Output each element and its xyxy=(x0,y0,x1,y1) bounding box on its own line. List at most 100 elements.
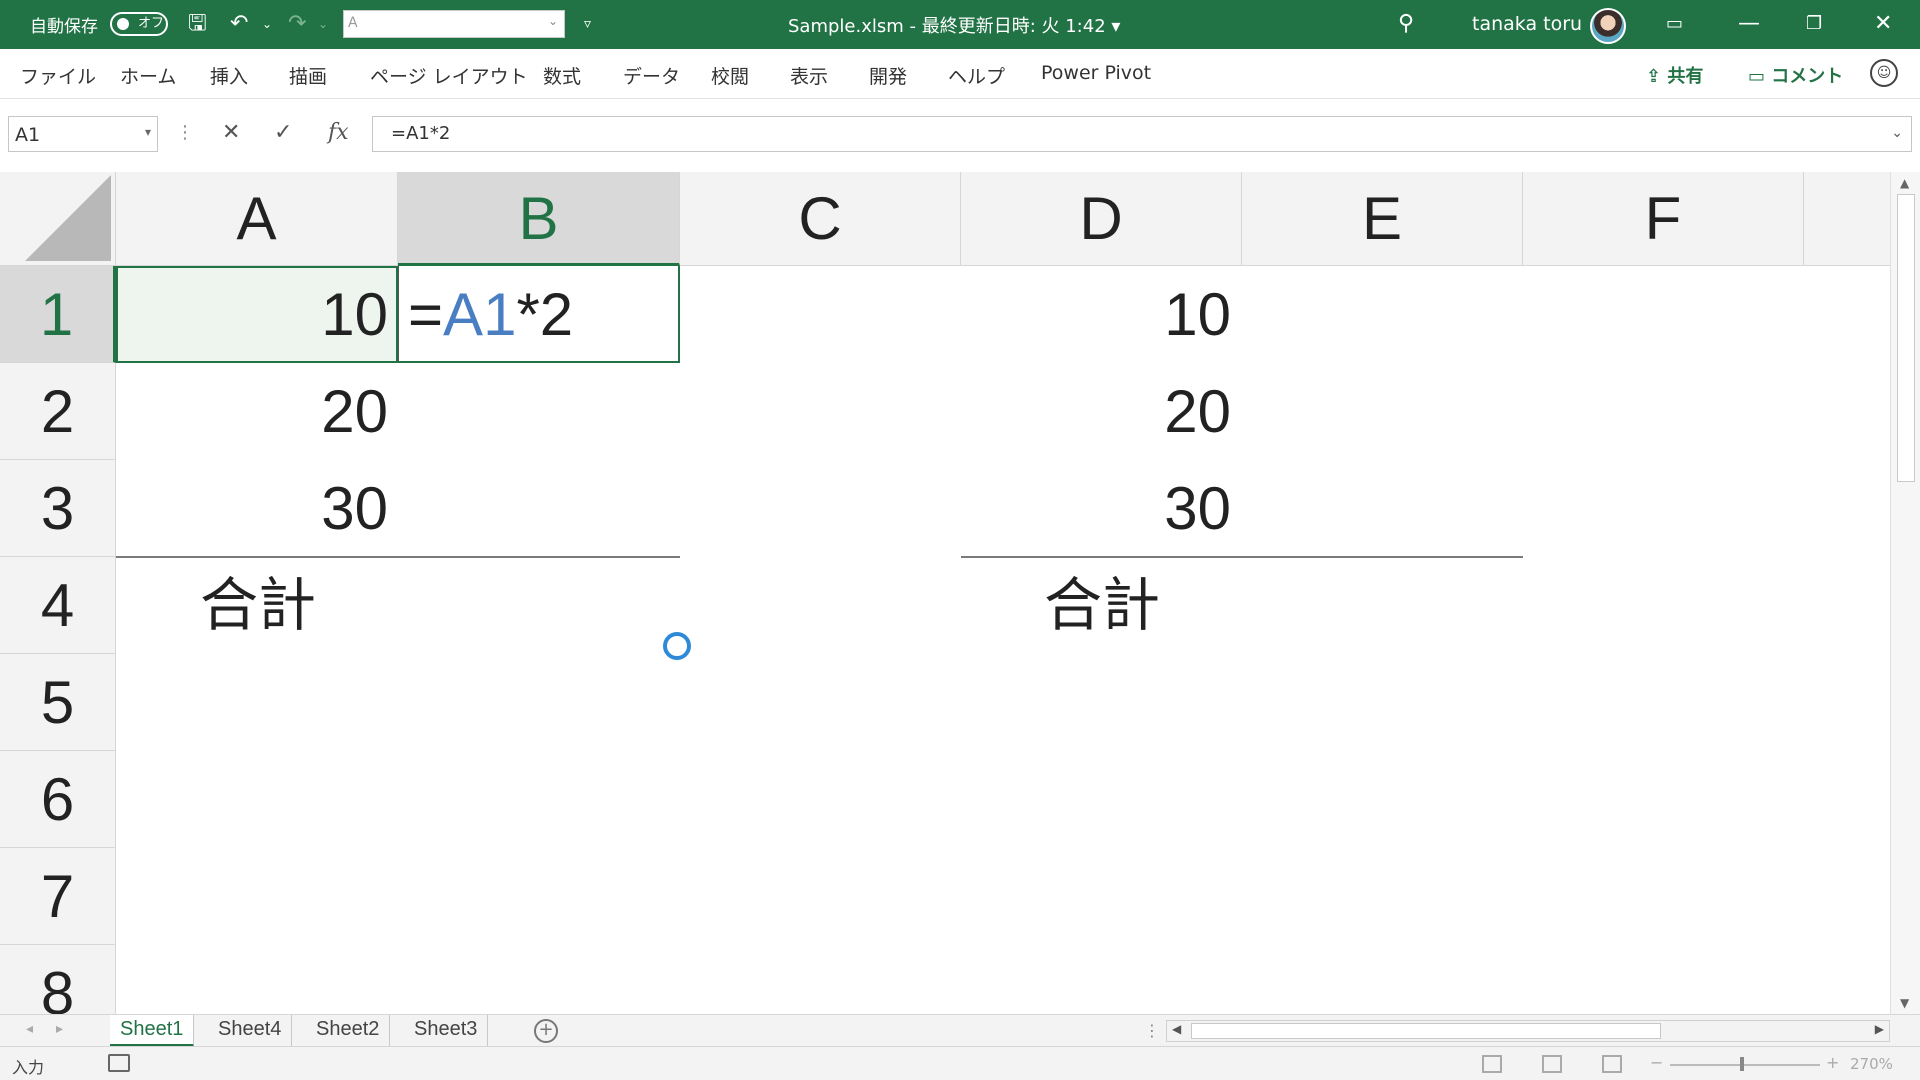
tab-formulas[interactable]: 数式 xyxy=(543,62,581,89)
cell-a3[interactable]: 30 xyxy=(116,460,388,557)
cancel-icon[interactable]: ✕ xyxy=(222,120,240,145)
sheet-next-icon[interactable]: ▸ xyxy=(56,1021,63,1037)
row-header-4[interactable]: 4 xyxy=(0,557,116,654)
search-icon[interactable]: ⚲ xyxy=(1398,10,1414,38)
scroll-right-icon[interactable]: ▶ xyxy=(1875,1022,1884,1036)
zoom-out-icon[interactable]: − xyxy=(1650,1053,1663,1072)
column-header-e[interactable]: E xyxy=(1242,172,1523,266)
formula-text: =A1*2 xyxy=(391,123,451,144)
sheet-tab-bar: ◂ ▸ Sheet1 Sheet4 Sheet2 Sheet3 + ⋮ ◀ ▶ xyxy=(0,1014,1920,1047)
restore-icon[interactable]: ❐ xyxy=(1806,10,1822,38)
scroll-left-icon[interactable]: ◀ xyxy=(1172,1022,1181,1036)
cell-d4[interactable]: 合計 xyxy=(1044,557,1160,654)
page-layout-view-icon[interactable] xyxy=(1542,1055,1562,1073)
column-header-c[interactable]: C xyxy=(680,172,961,266)
horizontal-scrollbar[interactable]: ◀ ▶ xyxy=(1166,1020,1890,1042)
row-header-5[interactable]: 5 xyxy=(0,654,116,751)
undo-icon[interactable]: ↶ xyxy=(230,10,248,38)
select-all-triangle-icon xyxy=(25,175,111,261)
cell-d2[interactable]: 20 xyxy=(961,363,1231,460)
cell-b1-formula[interactable]: =A1*2 xyxy=(408,266,573,363)
customize-qat-icon[interactable]: ▿ xyxy=(584,10,591,38)
share-label: 共有 xyxy=(1667,66,1704,87)
row-header-2[interactable]: 2 xyxy=(0,363,116,460)
zoom-level[interactable]: 270% xyxy=(1850,1055,1893,1073)
expand-formula-bar-icon[interactable]: ⌄ xyxy=(1891,125,1903,141)
total-border-left xyxy=(116,556,680,558)
tab-power-pivot[interactable]: Power Pivot xyxy=(1041,62,1151,84)
tab-insert[interactable]: 挿入 xyxy=(210,62,248,89)
enter-icon[interactable]: ✓ xyxy=(274,120,292,145)
save-icon[interactable]: 🖫 xyxy=(188,10,207,38)
tab-developer[interactable]: 開発 xyxy=(869,62,907,89)
tab-splitter-icon[interactable]: ⋮ xyxy=(1144,1021,1160,1040)
column-header-f[interactable]: F xyxy=(1523,172,1804,266)
row-header-7[interactable]: 7 xyxy=(0,848,116,945)
cell-a4[interactable]: 合計 xyxy=(200,557,316,654)
user-name[interactable]: tanaka toru xyxy=(1472,13,1582,35)
select-all-corner[interactable] xyxy=(0,172,116,266)
zoom-slider[interactable] xyxy=(1670,1064,1820,1066)
macro-record-icon[interactable] xyxy=(108,1054,130,1072)
column-header-d[interactable]: D xyxy=(961,172,1242,266)
status-bar: 入力 − + 270% xyxy=(0,1046,1920,1080)
row-header-8[interactable]: 8 xyxy=(0,945,116,1014)
sheet-prev-icon[interactable]: ◂ xyxy=(26,1021,33,1037)
row-header-1[interactable]: 1 xyxy=(0,266,116,363)
cell-d1[interactable]: 10 xyxy=(961,266,1231,363)
column-header-a[interactable]: A xyxy=(116,172,398,266)
cell-d3[interactable]: 30 xyxy=(961,460,1231,557)
page-break-view-icon[interactable] xyxy=(1602,1055,1622,1073)
horizontal-scroll-thumb[interactable] xyxy=(1191,1023,1661,1039)
column-header-g[interactable] xyxy=(1804,172,1890,266)
avatar[interactable] xyxy=(1590,8,1626,44)
column-header-b[interactable]: B xyxy=(398,172,680,266)
share-button[interactable]: ⇪ 共有 xyxy=(1646,62,1703,88)
row-header-3[interactable]: 3 xyxy=(0,460,116,557)
formula-input[interactable]: =A1*2 ⌄ xyxy=(372,116,1912,152)
vertical-scrollbar[interactable]: ▲ ▼ xyxy=(1890,172,1920,1014)
tab-data[interactable]: データ xyxy=(623,62,680,89)
sheet-tab-sheet3[interactable]: Sheet3 xyxy=(404,1015,489,1047)
sheet-tab-sheet4[interactable]: Sheet4 xyxy=(208,1015,293,1047)
comments-button[interactable]: ▭ コメント xyxy=(1748,62,1843,88)
normal-view-icon[interactable] xyxy=(1482,1055,1502,1073)
tab-view[interactable]: 表示 xyxy=(790,62,828,89)
close-icon[interactable]: ✕ xyxy=(1874,10,1892,38)
tab-file[interactable]: ファイル xyxy=(20,62,96,89)
autosave-toggle[interactable]: オフ xyxy=(110,12,168,36)
resize-dots-icon[interactable]: ⋮ xyxy=(176,122,194,143)
qat-font-box[interactable]: A ⌄ xyxy=(343,10,565,38)
formula-bar: A1 ▾ ⋮ ✕ ✓ fx =A1*2 ⌄ xyxy=(0,110,1920,158)
sheet-tab-sheet2[interactable]: Sheet2 xyxy=(306,1015,391,1047)
zoom-slider-knob[interactable] xyxy=(1740,1057,1744,1071)
cell-a1[interactable]: 10 xyxy=(116,266,388,363)
insert-function-icon[interactable]: fx xyxy=(328,120,349,145)
name-box[interactable]: A1 ▾ xyxy=(8,116,158,152)
share-icon: ⇪ xyxy=(1646,66,1668,87)
scroll-down-icon[interactable]: ▼ xyxy=(1900,996,1909,1010)
comments-label: コメント xyxy=(1771,66,1844,87)
formula-rest: *2 xyxy=(516,281,574,348)
redo-dropdown-icon[interactable]: ⌄ xyxy=(318,10,328,38)
ribbon-display-icon[interactable]: ▭ xyxy=(1666,10,1683,38)
formula-reference: A1 xyxy=(443,281,517,348)
autosave-label: 自動保存 xyxy=(30,17,98,37)
cell-a2[interactable]: 20 xyxy=(116,363,388,460)
zoom-in-icon[interactable]: + xyxy=(1826,1053,1839,1072)
row-header-6[interactable]: 6 xyxy=(0,751,116,848)
tab-home[interactable]: ホーム xyxy=(120,62,176,89)
undo-dropdown-icon[interactable]: ⌄ xyxy=(262,10,272,38)
document-title[interactable]: Sample.xlsm - 最終更新日時: 火 1:42 ▾ xyxy=(788,12,1120,38)
tab-draw[interactable]: 描画 xyxy=(289,62,327,89)
tab-review[interactable]: 校閲 xyxy=(711,62,749,89)
scroll-up-icon[interactable]: ▲ xyxy=(1900,176,1909,190)
add-sheet-icon[interactable]: + xyxy=(534,1019,558,1043)
vertical-scroll-thumb[interactable] xyxy=(1897,194,1915,482)
minimize-icon[interactable]: — xyxy=(1738,10,1760,38)
redo-icon[interactable]: ↷ xyxy=(288,10,306,38)
sheet-tab-sheet1[interactable]: Sheet1 xyxy=(110,1015,195,1047)
feedback-smiley-icon[interactable]: ☺ xyxy=(1870,59,1898,87)
tab-help[interactable]: ヘルプ xyxy=(948,62,1005,89)
tab-page-layout[interactable]: ページ レイアウト xyxy=(370,62,528,89)
